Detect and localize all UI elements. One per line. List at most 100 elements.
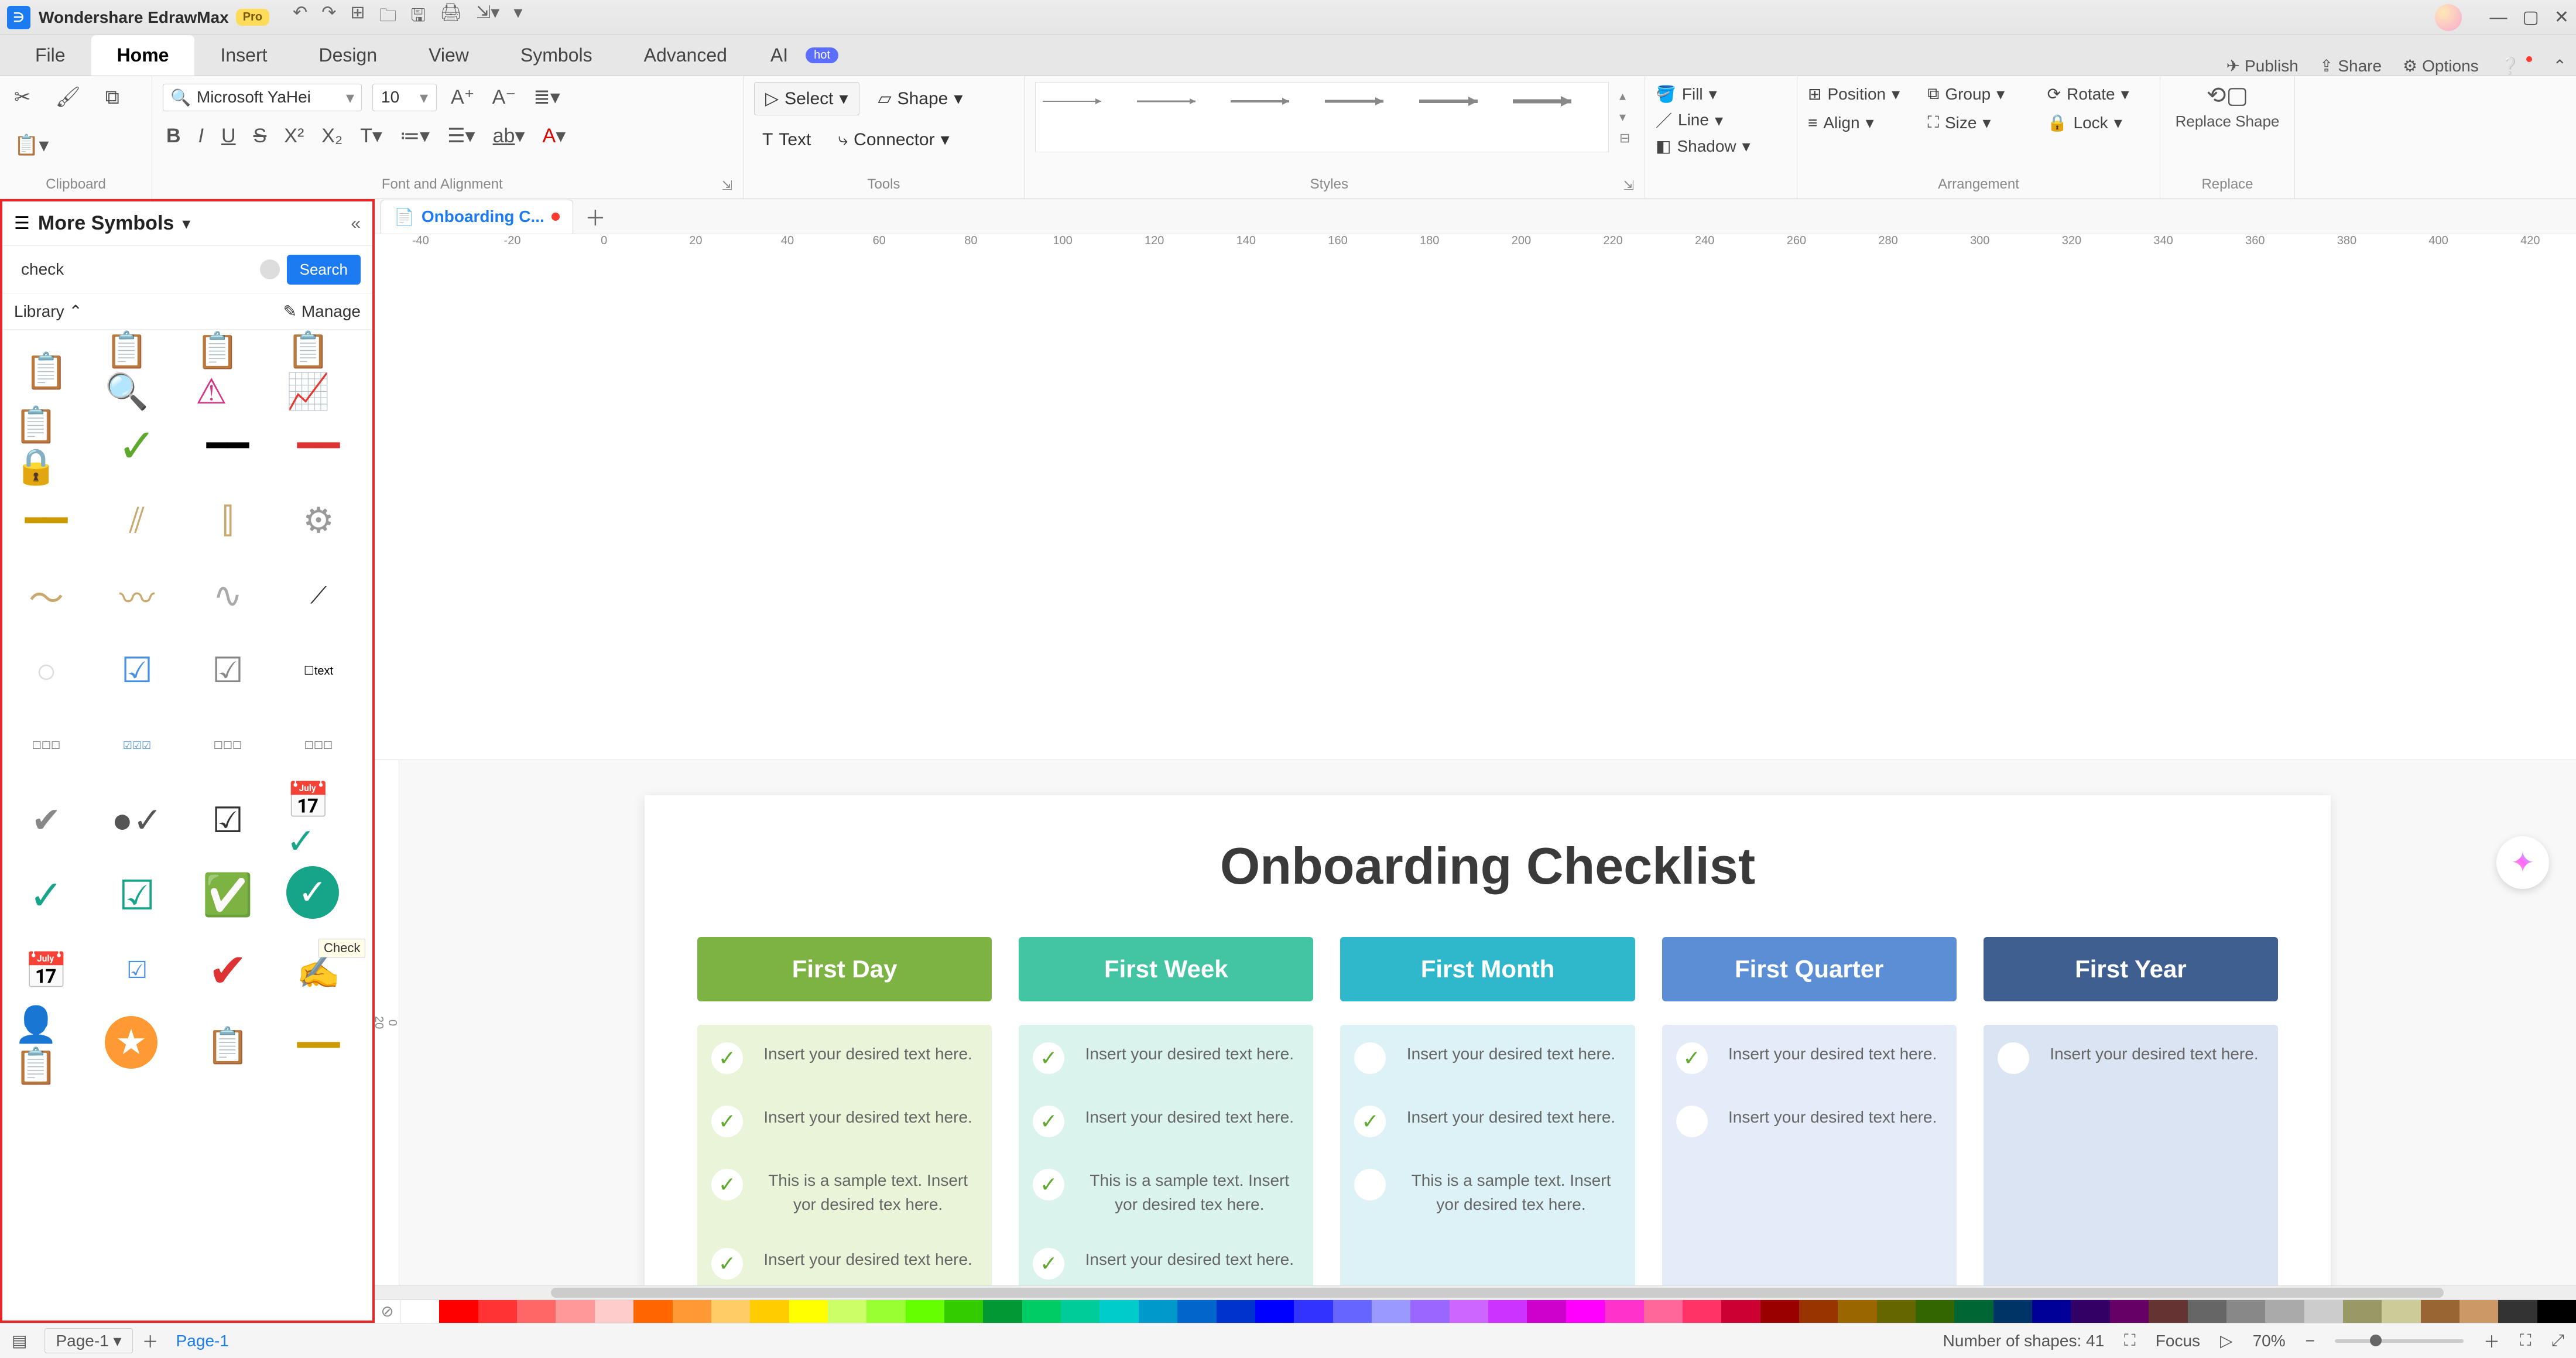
color-swatch[interactable] (1061, 1300, 1099, 1323)
symbol-item[interactable]: ✅ (196, 866, 260, 925)
symbol-item[interactable]: ✓ (14, 866, 78, 925)
color-swatch[interactable] (1022, 1300, 1061, 1323)
ai-assistant-button[interactable]: ✦ (2496, 836, 2549, 889)
format-painter-icon[interactable]: 🖌 (52, 82, 84, 112)
open-icon[interactable]: 🗀 (379, 2, 396, 32)
color-swatch[interactable] (633, 1300, 672, 1323)
paste-icon[interactable]: 📋▾ (11, 130, 52, 160)
color-swatch[interactable] (1099, 1300, 1138, 1323)
symbol-item[interactable]: ☐text (286, 641, 351, 700)
symbol-item[interactable]: 📅✓ (286, 791, 351, 850)
symbol-item[interactable]: ∿ (196, 566, 260, 625)
color-swatch[interactable] (2149, 1300, 2187, 1323)
color-swatch[interactable] (1410, 1300, 1449, 1323)
symbol-item[interactable]: ☐☐☐ (14, 716, 78, 775)
symbol-item[interactable]: 📋 (196, 1016, 260, 1075)
symbol-item[interactable]: ━━ (286, 1016, 351, 1075)
color-swatch[interactable] (1255, 1300, 1294, 1323)
color-swatch[interactable] (1605, 1300, 1643, 1323)
export-icon[interactable]: ⇲▾ (476, 2, 499, 32)
focus-icon[interactable]: ⛶ (2124, 1331, 2136, 1350)
symbol-item[interactable]: ━━ (196, 416, 260, 475)
color-swatch[interactable] (2071, 1300, 2109, 1323)
symbol-item[interactable]: ✔ (196, 941, 260, 1000)
symbol-item[interactable]: ⫿ (196, 491, 260, 550)
color-swatch[interactable] (2382, 1300, 2420, 1323)
zoom-out-icon[interactable]: − (2306, 1332, 2315, 1350)
no-color-icon[interactable]: ⊘ (375, 1300, 400, 1323)
qat-caret-icon[interactable]: ▾ (513, 2, 522, 32)
color-swatch[interactable] (439, 1300, 478, 1323)
align-menu-icon[interactable]: ≣▾ (530, 82, 564, 112)
color-swatch[interactable] (711, 1300, 750, 1323)
shadow-button[interactable]: ◧Shadow▾ (1656, 134, 1786, 158)
color-swatch[interactable] (1333, 1300, 1372, 1323)
color-swatch[interactable] (2343, 1300, 2382, 1323)
focus-label[interactable]: Focus (2156, 1332, 2200, 1350)
gallery-up-icon[interactable]: ▴ (1619, 88, 1630, 104)
size-button[interactable]: ⛶Size▾ (1927, 111, 2029, 135)
color-swatch[interactable] (1527, 1300, 1566, 1323)
gallery-down-icon[interactable]: ▾ (1619, 110, 1630, 125)
canvas-page[interactable]: Onboarding Checklist First Day✓Insert yo… (645, 795, 2331, 1285)
font-size-select[interactable]: 10 ▾ (372, 84, 437, 111)
color-swatch[interactable] (1139, 1300, 1177, 1323)
color-swatch[interactable] (2537, 1300, 2576, 1323)
cut-icon[interactable]: ✂ (11, 82, 35, 112)
dialog-launcher-icon[interactable]: ⇲ (1623, 178, 1634, 193)
styles-gallery[interactable] (1035, 82, 1609, 152)
tab-file[interactable]: File (9, 35, 91, 76)
color-swatch[interactable] (1450, 1300, 1488, 1323)
zoom-in-icon[interactable]: ＋ (2483, 1329, 2500, 1353)
symbol-item[interactable]: ☑☑☑ (105, 716, 169, 775)
clear-search-icon[interactable] (260, 259, 280, 279)
text-tool[interactable]: T Text (754, 124, 819, 156)
symbol-item[interactable]: ✓ (105, 416, 169, 475)
symbol-item[interactable]: ☑ (196, 791, 260, 850)
gallery-more-icon[interactable]: ⊟ (1619, 131, 1630, 146)
symbol-item[interactable]: ☑ (105, 941, 169, 1000)
tab-insert[interactable]: Insert (194, 35, 293, 76)
tab-symbols[interactable]: Symbols (495, 35, 618, 76)
symbol-item[interactable]: ☑ (105, 866, 169, 925)
presentation-icon[interactable]: ▷ (2220, 1331, 2233, 1350)
horizontal-scrollbar[interactable] (375, 1285, 2576, 1299)
color-swatch[interactable] (1372, 1300, 1410, 1323)
color-swatch[interactable] (400, 1300, 439, 1323)
lock-button[interactable]: 🔒Lock▾ (2047, 111, 2149, 135)
user-avatar[interactable] (2435, 4, 2462, 31)
symbol-item[interactable]: 〜 (14, 566, 78, 625)
undo-icon[interactable]: ↶ (293, 2, 307, 32)
rotate-button[interactable]: ⟳Rotate▾ (2047, 82, 2149, 106)
color-swatch[interactable] (1644, 1300, 1683, 1323)
color-swatch[interactable] (906, 1300, 944, 1323)
new-icon[interactable]: ⊞ (350, 2, 365, 32)
dialog-launcher-icon[interactable]: ⇲ (722, 178, 732, 193)
color-swatch[interactable] (673, 1300, 711, 1323)
collapse-panel-icon[interactable]: « (351, 214, 361, 234)
color-swatch[interactable] (2421, 1300, 2459, 1323)
symbol-item[interactable]: 📋🔒 (14, 416, 78, 475)
color-swatch[interactable] (1993, 1300, 2032, 1323)
collapse-ribbon-button[interactable]: ⌃ (2553, 56, 2567, 76)
underline-icon[interactable]: U (218, 121, 239, 151)
print-icon[interactable]: 🖨 (440, 2, 462, 32)
color-swatch[interactable] (1760, 1300, 1799, 1323)
color-swatch[interactable] (828, 1300, 866, 1323)
fit-page-icon[interactable]: ⛶ (2520, 1331, 2532, 1350)
color-swatch[interactable] (556, 1300, 594, 1323)
color-swatch[interactable] (866, 1300, 905, 1323)
copy-icon[interactable]: ⧉ (102, 83, 123, 112)
select-tool[interactable]: ▷ Select ▾ (754, 82, 859, 115)
add-tab-icon[interactable]: ＋ (585, 201, 606, 232)
bold-icon[interactable]: B (163, 121, 184, 151)
color-swatch[interactable] (1217, 1300, 1255, 1323)
symbol-item[interactable]: ○ (14, 641, 78, 700)
minimize-icon[interactable]: — (2490, 8, 2508, 28)
options-button[interactable]: ⚙Options (2403, 56, 2479, 76)
symbol-item[interactable]: ⚙ (286, 491, 351, 550)
color-swatch[interactable] (1566, 1300, 1605, 1323)
help-button[interactable]: ❔ (2500, 56, 2532, 76)
symbol-item[interactable]: 📅 (14, 941, 78, 1000)
color-swatch[interactable] (1721, 1300, 1760, 1323)
